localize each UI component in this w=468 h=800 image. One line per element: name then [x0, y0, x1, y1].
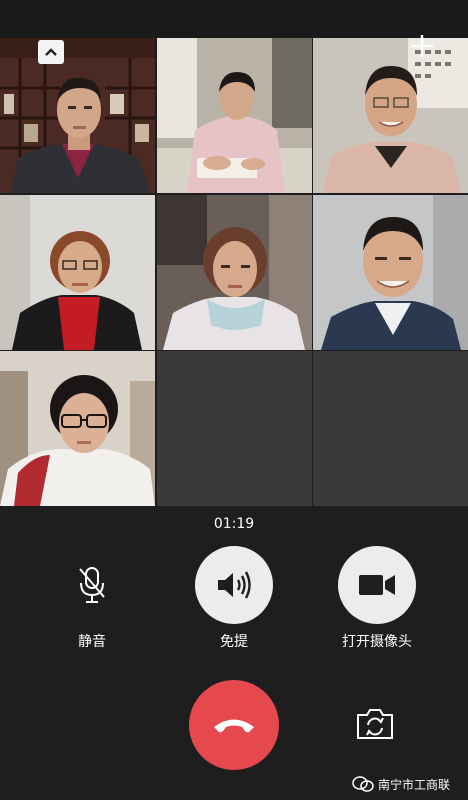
- participant-video-1[interactable]: [0, 38, 155, 193]
- camera-button-circle: [338, 546, 416, 624]
- speaker-label: 免提: [220, 634, 248, 650]
- mute-button-circle: [53, 546, 131, 624]
- speaker-icon: [218, 571, 251, 599]
- camera-label: 打开摄像头: [342, 634, 412, 650]
- mute-label: 静音: [78, 634, 106, 650]
- camera-button[interactable]: 打开摄像头: [317, 546, 437, 651]
- participant-video-6[interactable]: [313, 195, 468, 350]
- participant-video-4[interactable]: [0, 195, 155, 350]
- switch-camera-button[interactable]: [352, 704, 398, 744]
- chevron-up-icon: [45, 48, 57, 56]
- participant-video-2[interactable]: [157, 38, 312, 193]
- video-call-screen: 01:19 静音 免提 打开摄像头 南宁市工商联: [0, 0, 468, 800]
- wechat-logo-icon: [352, 776, 374, 792]
- speaker-button[interactable]: 免提: [174, 546, 294, 651]
- participant-video-5[interactable]: [157, 195, 312, 350]
- speaker-button-circle: [195, 546, 273, 624]
- status-bar: [0, 0, 468, 38]
- participant-video-3[interactable]: [313, 38, 468, 193]
- participant-video-7[interactable]: [0, 351, 155, 506]
- call-timer: 01:19: [213, 516, 255, 532]
- camera-switch-icon: [357, 709, 393, 739]
- empty-video-slot: [157, 351, 312, 506]
- source-watermark: 南宁市工商联: [352, 772, 468, 796]
- watermark-text: 南宁市工商联: [378, 777, 451, 792]
- add-member-button[interactable]: [408, 32, 436, 60]
- plus-icon: [411, 35, 433, 57]
- mute-button[interactable]: 静音: [32, 546, 152, 651]
- minimize-button[interactable]: [38, 40, 64, 64]
- phone-hangup-icon: [214, 719, 254, 733]
- hang-up-button[interactable]: [189, 680, 279, 770]
- participant-grid: [0, 38, 468, 506]
- microphone-off-icon: [79, 567, 105, 603]
- video-camera-icon: [359, 575, 395, 595]
- empty-video-slot: [313, 351, 468, 506]
